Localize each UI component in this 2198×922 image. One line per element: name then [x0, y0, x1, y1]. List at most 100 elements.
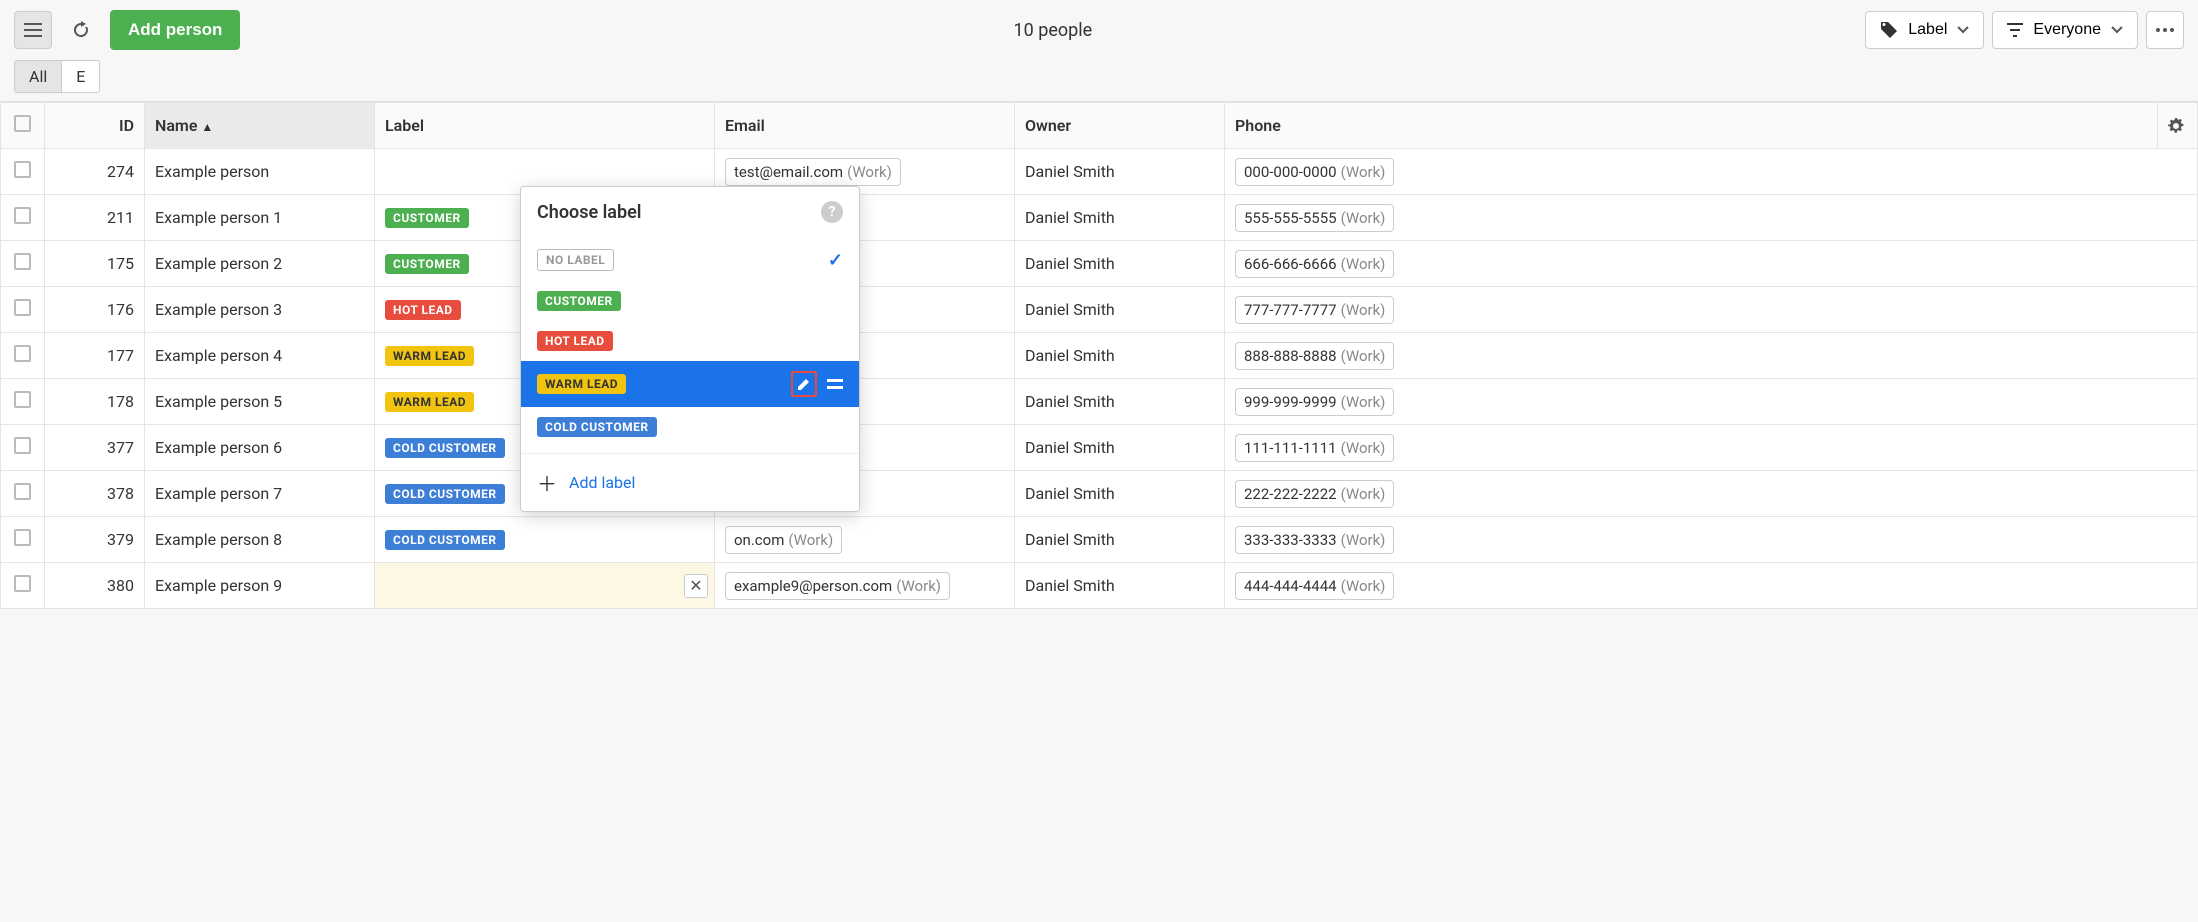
- tab-e[interactable]: E: [62, 60, 100, 93]
- row-check[interactable]: [1, 333, 45, 379]
- cell-label[interactable]: ✕: [375, 563, 715, 609]
- header-settings[interactable]: [2158, 103, 2198, 149]
- row-check[interactable]: [1, 149, 45, 195]
- table-row: 378Example person 7COLD CUSTOMERon.com (…: [1, 471, 2198, 517]
- label-option[interactable]: CUSTOMER: [521, 281, 859, 321]
- toolbar: Add person 10 people Label Everyone: [0, 0, 2198, 60]
- label-badge: COLD CUSTOMER: [537, 417, 657, 437]
- phone-pill[interactable]: 222-222-2222 (Work): [1235, 480, 1394, 508]
- cell-name[interactable]: Example person: [145, 149, 375, 195]
- row-check[interactable]: [1, 195, 45, 241]
- phone-pill[interactable]: 444-444-4444 (Work): [1235, 572, 1394, 600]
- edit-label-button[interactable]: [791, 371, 817, 397]
- label-option[interactable]: HOT LEAD: [521, 321, 859, 361]
- email-pill[interactable]: example9@person.com (Work): [725, 572, 950, 600]
- row-check[interactable]: [1, 241, 45, 287]
- close-icon[interactable]: ✕: [684, 574, 708, 598]
- add-person-button[interactable]: Add person: [110, 10, 240, 50]
- phone-pill[interactable]: 888-888-8888 (Work): [1235, 342, 1394, 370]
- label-badge: CUSTOMER: [537, 291, 621, 311]
- cell-phone[interactable]: 666-666-6666 (Work): [1225, 241, 2198, 287]
- cell-email[interactable]: on.com (Work): [715, 517, 1015, 563]
- row-check[interactable]: [1, 563, 45, 609]
- cell-phone[interactable]: 444-444-4444 (Work): [1225, 563, 2198, 609]
- drag-icon[interactable]: [827, 379, 843, 389]
- label-badge: COLD CUSTOMER: [385, 438, 505, 458]
- cell-phone[interactable]: 222-222-2222 (Work): [1225, 471, 2198, 517]
- header-label[interactable]: Label: [375, 103, 715, 149]
- table-row: 380Example person 9✕example9@person.com …: [1, 563, 2198, 609]
- email-pill[interactable]: test@email.com (Work): [725, 158, 901, 186]
- cell-owner[interactable]: Daniel Smith: [1015, 287, 1225, 333]
- table-row: 379Example person 8COLD CUSTOMERon.com (…: [1, 517, 2198, 563]
- chevron-down-icon: [1957, 26, 1969, 34]
- cell-label[interactable]: COLD CUSTOMER: [375, 517, 715, 563]
- cell-name[interactable]: Example person 6: [145, 425, 375, 471]
- cell-owner[interactable]: Daniel Smith: [1015, 517, 1225, 563]
- header-check[interactable]: [1, 103, 45, 149]
- menu-button[interactable]: [14, 11, 52, 49]
- phone-pill[interactable]: 555-555-5555 (Work): [1235, 204, 1394, 232]
- row-check[interactable]: [1, 471, 45, 517]
- cell-phone[interactable]: 111-111-1111 (Work): [1225, 425, 2198, 471]
- phone-pill[interactable]: 111-111-1111 (Work): [1235, 434, 1394, 462]
- label-option[interactable]: COLD CUSTOMER: [521, 407, 859, 447]
- phone-pill[interactable]: 999-999-9999 (Work): [1235, 388, 1394, 416]
- cell-name[interactable]: Example person 9: [145, 563, 375, 609]
- tab-all[interactable]: All: [14, 60, 62, 93]
- header-phone[interactable]: Phone: [1225, 103, 2158, 149]
- cell-name[interactable]: Example person 7: [145, 471, 375, 517]
- row-check[interactable]: [1, 287, 45, 333]
- cell-phone[interactable]: 777-777-7777 (Work): [1225, 287, 2198, 333]
- phone-pill[interactable]: 000-000-0000 (Work): [1235, 158, 1394, 186]
- cell-name[interactable]: Example person 2: [145, 241, 375, 287]
- label-option[interactable]: NO LABEL✓: [521, 239, 859, 281]
- cell-name[interactable]: Example person 5: [145, 379, 375, 425]
- plus-icon: ＋: [537, 468, 557, 497]
- row-check[interactable]: [1, 379, 45, 425]
- header-email[interactable]: Email: [715, 103, 1015, 149]
- alpha-tabs: All E: [0, 60, 2198, 101]
- header-owner[interactable]: Owner: [1015, 103, 1225, 149]
- header-id[interactable]: ID: [45, 103, 145, 149]
- row-check[interactable]: [1, 425, 45, 471]
- cell-phone[interactable]: 888-888-8888 (Work): [1225, 333, 2198, 379]
- cell-phone[interactable]: 999-999-9999 (Work): [1225, 379, 2198, 425]
- email-pill[interactable]: on.com (Work): [725, 526, 842, 554]
- label-badge: WARM LEAD: [537, 374, 626, 394]
- people-table: ID Name▲ Label Email Owner Phone 274Exam…: [0, 102, 2198, 609]
- cell-owner[interactable]: Daniel Smith: [1015, 195, 1225, 241]
- header-name[interactable]: Name▲: [145, 103, 375, 149]
- cell-phone[interactable]: 555-555-5555 (Work): [1225, 195, 2198, 241]
- row-check[interactable]: [1, 517, 45, 563]
- more-button[interactable]: [2146, 11, 2184, 49]
- cell-phone[interactable]: 333-333-3333 (Work): [1225, 517, 2198, 563]
- cell-owner[interactable]: Daniel Smith: [1015, 333, 1225, 379]
- phone-pill[interactable]: 333-333-3333 (Work): [1235, 526, 1394, 554]
- cell-owner[interactable]: Daniel Smith: [1015, 379, 1225, 425]
- phone-pill[interactable]: 666-666-6666 (Work): [1235, 250, 1394, 278]
- everyone-filter-button[interactable]: Everyone: [1992, 11, 2138, 49]
- help-icon[interactable]: ?: [821, 201, 843, 223]
- cell-owner[interactable]: Daniel Smith: [1015, 241, 1225, 287]
- label-badge: HOT LEAD: [385, 300, 461, 320]
- cell-owner[interactable]: Daniel Smith: [1015, 563, 1225, 609]
- label-badge: CUSTOMER: [385, 254, 469, 274]
- label-filter-button[interactable]: Label: [1865, 11, 1984, 49]
- phone-pill[interactable]: 777-777-7777 (Work): [1235, 296, 1394, 324]
- cell-name[interactable]: Example person 1: [145, 195, 375, 241]
- cell-owner[interactable]: Daniel Smith: [1015, 425, 1225, 471]
- cell-name[interactable]: Example person 4: [145, 333, 375, 379]
- label-badge: WARM LEAD: [385, 392, 474, 412]
- refresh-button[interactable]: [62, 11, 100, 49]
- cell-phone[interactable]: 000-000-0000 (Work): [1225, 149, 2198, 195]
- add-label-button[interactable]: ＋ Add label: [521, 453, 859, 511]
- cell-name[interactable]: Example person 8: [145, 517, 375, 563]
- label-option[interactable]: WARM LEAD: [521, 361, 859, 407]
- cell-owner[interactable]: Daniel Smith: [1015, 471, 1225, 517]
- cell-name[interactable]: Example person 3: [145, 287, 375, 333]
- refresh-icon: [72, 21, 90, 39]
- more-icon: [2156, 28, 2174, 32]
- cell-email[interactable]: example9@person.com (Work): [715, 563, 1015, 609]
- cell-owner[interactable]: Daniel Smith: [1015, 149, 1225, 195]
